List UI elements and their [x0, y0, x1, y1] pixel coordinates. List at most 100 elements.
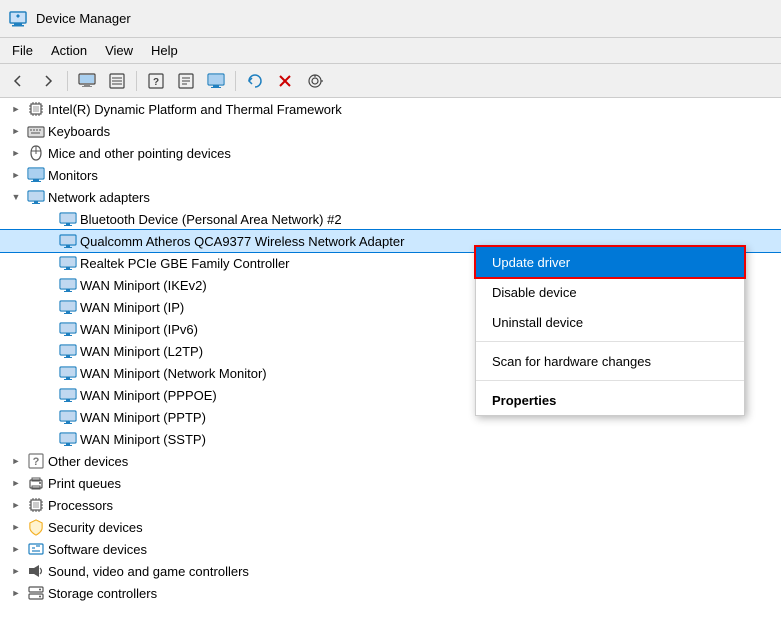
tree-item-processors[interactable]: ►Processors — [0, 494, 781, 516]
mouse-icon — [27, 144, 45, 162]
tree-item-sound[interactable]: ► Sound, video and game controllers — [0, 560, 781, 582]
separator-3 — [235, 71, 236, 91]
forward-icon — [40, 73, 56, 89]
item-label-wan7: WAN Miniport (PPTP) — [80, 410, 206, 425]
title-bar-text: Device Manager — [36, 11, 131, 26]
scan-icon — [307, 73, 323, 89]
expand-icon-wan8 — [40, 431, 56, 447]
help-button[interactable]: ? — [142, 68, 170, 94]
app-icon — [8, 9, 28, 29]
separator-2 — [136, 71, 137, 91]
menu-help[interactable]: Help — [143, 41, 186, 60]
context-menu: Update driverDisable deviceUninstall dev… — [475, 246, 745, 416]
item-label-mice: Mice and other pointing devices — [48, 146, 231, 161]
ctx-item-uninstall-device[interactable]: Uninstall device — [476, 307, 744, 337]
storage-icon — [27, 584, 45, 602]
item-label-realtek: Realtek PCIe GBE Family Controller — [80, 256, 290, 271]
processor-icon — [27, 496, 45, 514]
tree-item-security[interactable]: ► Security devices — [0, 516, 781, 538]
expand-icon-realtek — [40, 255, 56, 271]
ctx-item-scan-hardware[interactable]: Scan for hardware changes — [476, 346, 744, 376]
item-label-network: Network adapters — [48, 190, 150, 205]
menu-view[interactable]: View — [97, 41, 141, 60]
network-icon — [27, 188, 45, 206]
tree-item-mice[interactable]: ► Mice and other pointing devices — [0, 142, 781, 164]
tree-item-print[interactable]: ►Print queues — [0, 472, 781, 494]
expand-icon-monitors: ► — [8, 167, 24, 183]
network-icon — [59, 298, 77, 316]
item-label-wan1: WAN Miniport (IKEv2) — [80, 278, 207, 293]
svg-text:?: ? — [153, 77, 159, 88]
properties-button[interactable] — [172, 68, 200, 94]
expand-icon-wan7 — [40, 409, 56, 425]
item-label-wan6: WAN Miniport (PPPOE) — [80, 388, 217, 403]
back-icon — [10, 73, 26, 89]
tree-item-software[interactable]: ► Software devices — [0, 538, 781, 560]
ctx-item-properties[interactable]: Properties — [476, 385, 744, 415]
keyboard-icon — [27, 122, 45, 140]
item-label-bluetooth: Bluetooth Device (Personal Area Network)… — [80, 212, 342, 227]
remove-button[interactable] — [271, 68, 299, 94]
tree-item-bluetooth[interactable]: Bluetooth Device (Personal Area Network)… — [0, 208, 781, 230]
network-icon — [59, 320, 77, 338]
expand-icon-keyboards: ► — [8, 123, 24, 139]
toolbar: ? — [0, 64, 781, 98]
security-icon — [27, 518, 45, 536]
ctx-item-disable-device[interactable]: Disable device — [476, 277, 744, 307]
printer-icon — [27, 474, 45, 492]
properties-icon — [178, 73, 194, 89]
expand-icon-security: ► — [8, 519, 24, 535]
tree-item-intel[interactable]: ►Intel(R) Dynamic Platform and Thermal F… — [0, 98, 781, 120]
network-icon — [59, 276, 77, 294]
tree-item-storage[interactable]: ► Storage controllers — [0, 582, 781, 604]
network-icon — [59, 386, 77, 404]
tree-item-network[interactable]: ▼Network adapters — [0, 186, 781, 208]
monitor-button[interactable] — [202, 68, 230, 94]
back-button[interactable] — [4, 68, 32, 94]
forward-button[interactable] — [34, 68, 62, 94]
item-label-wan4: WAN Miniport (L2TP) — [80, 344, 203, 359]
svg-text:?: ? — [33, 456, 40, 468]
tree-item-wan8[interactable]: WAN Miniport (SSTP) — [0, 428, 781, 450]
other-icon: ? — [27, 452, 45, 470]
item-label-security: Security devices — [48, 520, 143, 535]
network-icon — [59, 342, 77, 360]
expand-icon-mice: ► — [8, 145, 24, 161]
expand-icon-software: ► — [8, 541, 24, 557]
item-label-intel: Intel(R) Dynamic Platform and Thermal Fr… — [48, 102, 342, 117]
ctx-item-update-driver[interactable]: Update driver — [476, 247, 744, 277]
expand-icon-wan3 — [40, 321, 56, 337]
update-icon — [247, 73, 263, 89]
item-label-other: Other devices — [48, 454, 128, 469]
tree-item-other[interactable]: ►? Other devices — [0, 450, 781, 472]
monitor-icon — [207, 73, 225, 89]
separator-1 — [67, 71, 68, 91]
network-icon — [59, 232, 77, 250]
expand-icon-other: ► — [8, 453, 24, 469]
context-menu-separator — [476, 341, 744, 342]
help-icon: ? — [148, 73, 164, 89]
network-icon — [59, 408, 77, 426]
item-label-processors: Processors — [48, 498, 113, 513]
tree-item-keyboards[interactable]: ►Keyboards — [0, 120, 781, 142]
expand-icon-storage: ► — [8, 585, 24, 601]
expand-icon-wan1 — [40, 277, 56, 293]
scan-button[interactable] — [301, 68, 329, 94]
expand-icon-sound: ► — [8, 563, 24, 579]
item-label-storage: Storage controllers — [48, 586, 157, 601]
menu-action[interactable]: Action — [43, 41, 95, 60]
expand-icon-wan6 — [40, 387, 56, 403]
menu-file[interactable]: File — [4, 41, 41, 60]
computer-button[interactable] — [73, 68, 101, 94]
item-label-sound: Sound, video and game controllers — [48, 564, 249, 579]
list-button[interactable] — [103, 68, 131, 94]
expand-icon-print: ► — [8, 475, 24, 491]
update-button[interactable] — [241, 68, 269, 94]
item-label-software: Software devices — [48, 542, 147, 557]
sound-icon — [27, 562, 45, 580]
network-icon — [59, 364, 77, 382]
tree-item-monitors[interactable]: ► Monitors — [0, 164, 781, 186]
item-label-monitors: Monitors — [48, 168, 98, 183]
software-icon — [27, 540, 45, 558]
network-icon — [59, 430, 77, 448]
